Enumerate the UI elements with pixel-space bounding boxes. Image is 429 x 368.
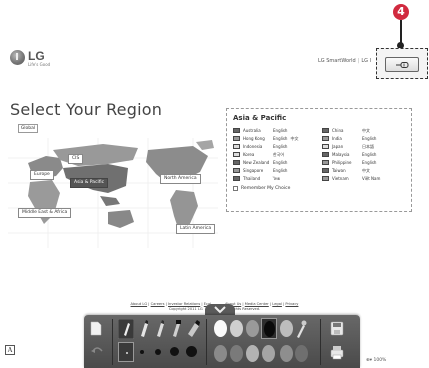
- pen-icon[interactable]: [118, 319, 134, 339]
- callout-number: 4: [393, 4, 409, 20]
- brush-icon[interactable]: [154, 320, 166, 338]
- flag-icon: [322, 176, 329, 181]
- flag-icon: [233, 136, 240, 141]
- country-item[interactable]: Australia English: [233, 127, 316, 134]
- flag-icon: [322, 128, 329, 133]
- undo-icon[interactable]: [90, 345, 104, 355]
- color-swatch-slate[interactable]: [280, 345, 293, 362]
- top-link-smartworld[interactable]: LG SmartWorld: [318, 58, 356, 64]
- global-button[interactable]: Global: [18, 124, 38, 133]
- color-swatch-white[interactable]: [214, 320, 227, 337]
- country-item[interactable]: Malaysia English: [322, 151, 405, 158]
- lg-logo[interactable]: LG Life's Good: [10, 50, 50, 67]
- flag-icon: [233, 160, 240, 165]
- region-asia-pacific[interactable]: Asia & Pacific: [70, 178, 109, 188]
- country-item[interactable]: Thailand ไทย: [233, 175, 316, 182]
- size-small[interactable]: [140, 350, 144, 354]
- pen-toolbar-toggle-button[interactable]: [385, 57, 419, 72]
- country-item[interactable]: Taiwan 中文: [322, 167, 405, 174]
- callout-highlight-box: [376, 48, 428, 79]
- flag-icon: [233, 168, 240, 173]
- remember-label: Remember My Choice: [241, 186, 291, 191]
- world-map: CIS Europe Asia & Pacific North America …: [8, 138, 218, 248]
- color-swatch-gray[interactable]: [246, 320, 259, 337]
- color-swatch-silver[interactable]: [280, 320, 293, 337]
- remember-checkbox[interactable]: [233, 186, 238, 191]
- country-item[interactable]: Singapore English: [233, 167, 316, 174]
- flag-icon: [233, 152, 240, 157]
- size-medium[interactable]: [155, 349, 161, 355]
- flag-icon: [233, 176, 240, 181]
- eyedropper-icon[interactable]: [295, 319, 307, 339]
- flag-icon: [233, 144, 240, 149]
- color-swatch-ash[interactable]: [262, 345, 275, 362]
- country-item[interactable]: Japan 日本語: [322, 143, 405, 150]
- zoom-status[interactable]: ⊕▾ 100%: [366, 358, 386, 363]
- color-swatch-dark-gray[interactable]: [295, 345, 308, 362]
- country-item[interactable]: Korea 한국어: [233, 151, 316, 158]
- flag-icon: [322, 168, 329, 173]
- footer-link[interactable]: Media Center: [245, 302, 269, 306]
- save-icon[interactable]: [330, 321, 344, 336]
- color-swatch-pale-gray[interactable]: [246, 345, 259, 362]
- country-item[interactable]: India English: [322, 135, 405, 142]
- country-item[interactable]: Indonesia English: [233, 143, 316, 150]
- flag-icon: [322, 160, 329, 165]
- site-header: LG Life's Good LG SmartWorld | LG I: [10, 50, 420, 74]
- footer-link[interactable]: Legal: [272, 302, 282, 306]
- font-size-button[interactable]: A: [5, 345, 15, 355]
- logo-name: LG: [28, 49, 45, 63]
- color-swatch-dim-gray[interactable]: [230, 345, 243, 362]
- footer-link[interactable]: About LG: [131, 302, 148, 306]
- flag-icon: [233, 128, 240, 133]
- asia-pacific-title: Asia & Pacific: [233, 114, 287, 122]
- highlighter-icon[interactable]: [170, 320, 182, 338]
- print-icon[interactable]: [330, 345, 344, 360]
- region-north-america[interactable]: North America: [160, 174, 201, 184]
- footer-link[interactable]: Careers: [151, 302, 165, 306]
- zoom-level: 100%: [373, 358, 387, 363]
- top-links: LG SmartWorld | LG I: [318, 58, 371, 64]
- logo-tagline: Life's Good: [28, 62, 51, 67]
- flag-icon: [322, 144, 329, 149]
- color-swatch-light-gray[interactable]: [230, 320, 243, 337]
- region-europe[interactable]: Europe: [30, 170, 54, 180]
- lg-logo-mark-icon: [10, 50, 25, 65]
- size-xlarge[interactable]: [186, 346, 197, 357]
- eraser-icon[interactable]: [186, 320, 200, 338]
- country-item[interactable]: Hong Kong English 中文: [233, 135, 316, 142]
- region-middle-east-africa[interactable]: Middle East & Africa: [18, 208, 72, 218]
- page-title: Select Your Region: [10, 100, 163, 119]
- color-swatch-mid-gray[interactable]: [214, 345, 227, 362]
- toolbar-divider: [112, 319, 113, 365]
- pen-tool-icon: [396, 62, 409, 68]
- remember-choice[interactable]: Remember My Choice: [233, 186, 405, 191]
- zoom-icon: ⊕▾: [366, 358, 373, 363]
- toolbar-divider: [206, 319, 207, 365]
- callout-line: [400, 20, 402, 44]
- top-link-divider: |: [357, 58, 360, 64]
- country-item[interactable]: China 中文: [322, 127, 405, 134]
- size-large[interactable]: [170, 347, 179, 356]
- color-swatch-selected[interactable]: [261, 318, 277, 339]
- country-item[interactable]: Philippine English: [322, 159, 405, 166]
- toolbar-divider: [320, 319, 321, 365]
- size-selected[interactable]: [118, 342, 134, 362]
- footer-link[interactable]: Privacy: [285, 302, 298, 306]
- region-cis[interactable]: CIS: [68, 154, 84, 164]
- country-item[interactable]: New Zealand English: [233, 159, 316, 166]
- marker-icon[interactable]: [138, 320, 150, 338]
- country-item[interactable]: Vietnam Việt Nam: [322, 175, 405, 182]
- flag-icon: [322, 152, 329, 157]
- flag-icon: [322, 136, 329, 141]
- chevron-down-icon: [214, 306, 226, 314]
- asia-pacific-panel: Asia & Pacific Australia English China 中文 …: [226, 108, 412, 212]
- region-latin-america[interactable]: Latin America: [176, 224, 216, 234]
- page-icon[interactable]: [90, 321, 102, 336]
- footer-link[interactable]: Investor Relations: [168, 302, 200, 306]
- top-link-lg[interactable]: LG I: [361, 58, 371, 64]
- drawing-toolbar: [84, 315, 360, 368]
